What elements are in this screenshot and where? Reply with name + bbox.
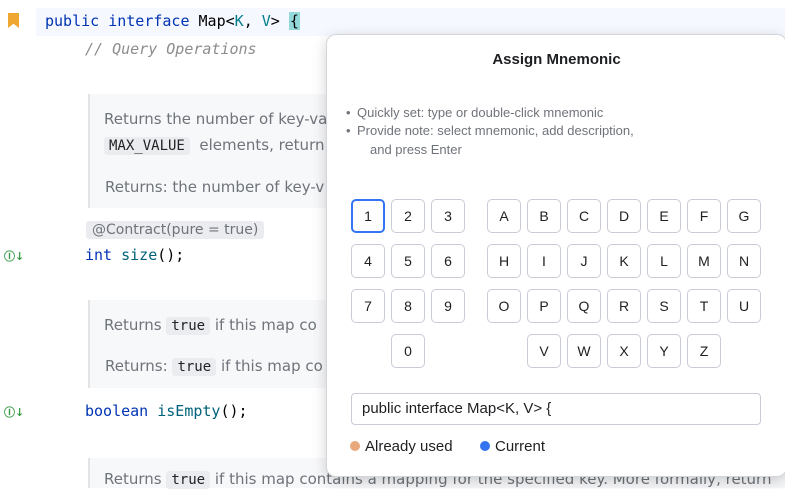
code-line-isempty: boolean isEmpty(); [85,402,248,420]
assign-mnemonic-popup: Assign Mnemonic • Quickly set: type or do… [326,34,785,477]
used-dot-icon [350,441,360,451]
mnemonic-key-3[interactable]: 3 [431,199,465,233]
mnemonic-key-0[interactable]: 0 [391,334,425,368]
doc-returns: Returns: true if this map co [105,357,323,376]
mnemonic-key-h[interactable]: H [487,244,521,278]
mnemonic-key-p[interactable]: P [527,289,561,323]
mnemonic-key-5[interactable]: 5 [391,244,425,278]
current-dot-icon [480,441,490,451]
mnemonic-key-z[interactable]: Z [687,334,721,368]
mnemonic-key-k[interactable]: K [607,244,641,278]
mnemonic-key-d[interactable]: D [607,199,641,233]
implemented-icon[interactable]: Ⓘ↓ [4,248,24,264]
mnemonic-key-w[interactable]: W [567,334,601,368]
popup-title: Assign Mnemonic [492,51,621,68]
mnemonic-key-4[interactable]: 4 [351,244,385,278]
mnemonic-key-o[interactable]: O [487,289,521,323]
hint-line: • Quickly set: type or double-click mnemo… [346,105,604,120]
mnemonic-key-u[interactable]: U [727,289,761,323]
mnemonic-key-y[interactable]: Y [647,334,681,368]
mnemonic-key-9[interactable]: 9 [431,289,465,323]
mnemonic-key-t[interactable]: T [687,289,721,323]
code-comment: // Query Operations [85,40,257,58]
mnemonic-key-e[interactable]: E [647,199,681,233]
legend-current: Current [480,438,545,455]
contract-annotation: @Contract(pure = true) [86,221,265,239]
doc-text: Returns the number of key-va [104,110,328,128]
doc-text: MAX_VALUE elements, return [104,136,324,155]
code-line-size: int size(); [85,246,185,264]
mnemonic-key-v[interactable]: V [527,334,561,368]
mnemonic-key-i[interactable]: I [527,244,561,278]
mnemonic-key-j[interactable]: J [567,244,601,278]
description-input[interactable]: public interface Map<K, V> { [351,393,761,425]
doc-text: Returns true if this map co [104,316,317,335]
mnemonic-key-b[interactable]: B [527,199,561,233]
mnemonic-key-r[interactable]: R [607,289,641,323]
hint-line: • Provide note: select mnemonic, add desc… [346,123,634,138]
mnemonic-key-q[interactable]: Q [567,289,601,323]
hint-line: and press Enter [370,142,462,157]
mnemonic-key-l[interactable]: L [647,244,681,278]
mnemonic-key-g[interactable]: G [727,199,761,233]
code-line-interface: public interface Map<K, V> { [45,12,300,30]
mnemonic-key-c[interactable]: C [567,199,601,233]
mnemonic-key-x[interactable]: X [607,334,641,368]
mnemonic-key-s[interactable]: S [647,289,681,323]
mnemonic-key-7[interactable]: 7 [351,289,385,323]
mnemonic-key-a[interactable]: A [487,199,521,233]
doc-returns: Returns: the number of key-v [105,178,325,196]
implemented-icon[interactable]: Ⓘ↓ [4,404,24,420]
mnemonic-key-f[interactable]: F [687,199,721,233]
mnemonic-key-n[interactable]: N [727,244,761,278]
mnemonic-key-1[interactable]: 1 [351,199,385,233]
mnemonic-key-2[interactable]: 2 [391,199,425,233]
mnemonic-key-8[interactable]: 8 [391,289,425,323]
legend-already-used: Already used [350,438,453,455]
mnemonic-key-m[interactable]: M [687,244,721,278]
mnemonic-key-6[interactable]: 6 [431,244,465,278]
